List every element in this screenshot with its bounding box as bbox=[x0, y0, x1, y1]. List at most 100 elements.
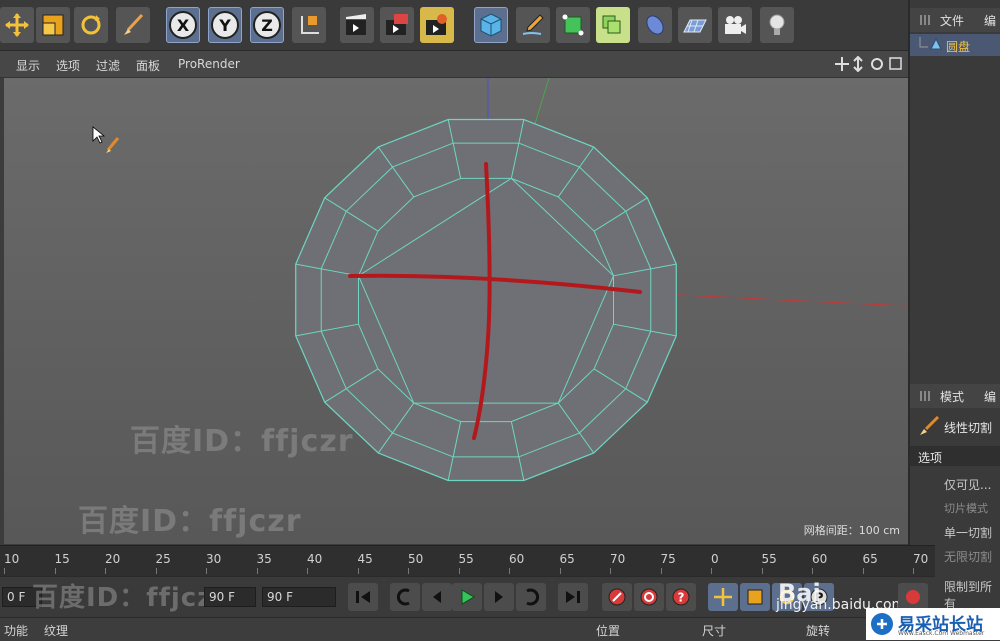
next-frame-icon bbox=[495, 591, 503, 603]
option-slice-mode[interactable]: 切片模式 bbox=[944, 500, 988, 516]
auto-key-icon bbox=[640, 588, 658, 606]
object-row-disc[interactable]: 圆盘 bbox=[910, 34, 1000, 56]
camera-icon bbox=[725, 16, 746, 34]
go-to-end-button[interactable] bbox=[558, 583, 588, 611]
next-key-button[interactable] bbox=[516, 583, 546, 611]
rotate-icon bbox=[81, 15, 101, 35]
site-logo: 易采站长站 Www.Easck.Com Webmaster bbox=[866, 608, 1000, 640]
go-to-end-icon bbox=[566, 591, 580, 603]
cube-icon bbox=[480, 13, 502, 37]
play-button[interactable] bbox=[452, 583, 482, 611]
watermark-2: 百度ID：ffjczr bbox=[78, 504, 302, 539]
menu-prorender[interactable]: ProRender bbox=[178, 57, 240, 71]
light-icon bbox=[769, 14, 785, 35]
option-only-visible[interactable]: 仅可见... bbox=[944, 476, 991, 493]
menu-display[interactable]: 显示 bbox=[16, 57, 40, 74]
camera-button[interactable] bbox=[718, 7, 752, 43]
menu-options[interactable]: 选项 bbox=[56, 57, 80, 74]
x-axis-button[interactable]: X bbox=[166, 7, 200, 43]
auto-key-button[interactable] bbox=[634, 583, 664, 611]
tab-mode[interactable]: 模式 bbox=[940, 388, 964, 405]
tab-edit-2[interactable]: 编 bbox=[984, 388, 996, 405]
timeline-tick-mark bbox=[307, 568, 308, 574]
option-restrict-all[interactable]: 限制到所有 bbox=[944, 578, 1000, 612]
timeline-ruler[interactable]: 10 15 20 25 30 35 40 45 50 55 60 65 70 75 0 55 60 65 70 bbox=[0, 545, 935, 576]
max-frame-field[interactable]: 90 F bbox=[262, 587, 336, 607]
timeline-tick-label: 65 bbox=[559, 552, 575, 566]
next-key-icon bbox=[526, 588, 540, 606]
timeline-tick-mark bbox=[509, 568, 510, 574]
watermark-3: 百度ID：ffjczr bbox=[32, 583, 228, 613]
watermark-1: 百度ID：ffjczr bbox=[130, 424, 354, 459]
options-section-label: 选项 bbox=[918, 451, 943, 465]
timeline-tick-label: 20 bbox=[105, 552, 121, 566]
panel-grip-icon bbox=[920, 391, 932, 401]
coordinate-system-button[interactable] bbox=[292, 7, 326, 43]
record-key-icon bbox=[608, 588, 626, 606]
pen-icon bbox=[522, 14, 544, 35]
tab-file[interactable]: 文件 bbox=[940, 12, 964, 29]
timeline-tick-mark bbox=[256, 568, 258, 574]
timeline-tick-mark bbox=[812, 568, 813, 574]
menu-functions[interactable]: 功能 bbox=[4, 622, 28, 639]
deformer-button[interactable] bbox=[638, 7, 672, 43]
key-scale-button[interactable] bbox=[740, 583, 770, 611]
timeline-tick-label: 55 bbox=[458, 552, 474, 566]
tab-edit[interactable]: 编 bbox=[984, 12, 996, 29]
option-infinite-cut[interactable]: 无限切割 bbox=[944, 548, 992, 565]
coord-rotation-label: 旋转 bbox=[806, 624, 831, 638]
z-axis-button[interactable]: Z bbox=[250, 7, 284, 43]
scale-tool-button[interactable] bbox=[36, 7, 70, 43]
timeline-tick-label: 75 bbox=[660, 552, 676, 566]
viewport-nav-icons[interactable] bbox=[834, 56, 904, 72]
timeline-tick-label: 35 bbox=[256, 552, 272, 566]
subdivision-button[interactable] bbox=[556, 7, 590, 43]
previous-key-button[interactable] bbox=[390, 583, 420, 611]
svg-text:?: ? bbox=[678, 591, 685, 605]
render-picture-viewer-button[interactable] bbox=[380, 7, 414, 43]
coordinate-system-icon bbox=[301, 16, 319, 34]
render-settings-button[interactable] bbox=[420, 7, 454, 43]
3d-viewport[interactable]: 百度ID：ffjczr 百度ID：ffjczr 网格间距：100 cm bbox=[4, 78, 908, 544]
knife-tool-icon bbox=[920, 416, 940, 435]
light-button[interactable] bbox=[760, 7, 794, 43]
move-tool-button[interactable] bbox=[0, 7, 34, 43]
next-frame-button[interactable] bbox=[484, 583, 514, 611]
option-single-cut[interactable]: 单一切割 bbox=[944, 524, 992, 541]
menu-texture[interactable]: 纹理 bbox=[44, 622, 68, 639]
timeline-tick-mark bbox=[357, 568, 359, 574]
live-selection-button[interactable] bbox=[116, 7, 150, 43]
previous-frame-button[interactable] bbox=[422, 583, 452, 611]
pen-button[interactable] bbox=[516, 7, 550, 43]
array-button[interactable] bbox=[596, 7, 630, 43]
record-button[interactable] bbox=[602, 583, 632, 611]
key-help-button[interactable]: ? bbox=[666, 583, 696, 611]
site-logo-subtext: Www.Easck.Com Webmaster bbox=[898, 630, 985, 637]
key-extra-button[interactable] bbox=[898, 583, 928, 611]
coord-size-label: 尺寸 bbox=[702, 624, 727, 638]
viewport-menu-bar: 显示 选项 过滤 面板 ProRender bbox=[0, 51, 908, 78]
menu-filter[interactable]: 过滤 bbox=[96, 57, 120, 74]
brush-icon bbox=[124, 13, 144, 35]
object-manager-tabs: 文件 编 bbox=[910, 8, 1000, 32]
render-view-button[interactable] bbox=[340, 7, 374, 43]
timeline-tick-label: 65 bbox=[862, 552, 878, 566]
y-axis-button[interactable]: Y bbox=[208, 7, 242, 43]
timeline-tick-mark bbox=[913, 568, 914, 574]
floor-button[interactable] bbox=[678, 7, 712, 43]
timeline-tick-label: 55 bbox=[761, 552, 777, 566]
menu-panel[interactable]: 面板 bbox=[136, 57, 160, 74]
cube-button[interactable] bbox=[474, 7, 508, 43]
timeline-tick-label: 30 bbox=[206, 552, 222, 566]
key-position-button[interactable] bbox=[708, 583, 738, 611]
attributes-tabs: 模式 编 bbox=[910, 384, 1000, 408]
grid-spacing-label: 网格间距：100 cm bbox=[803, 524, 900, 537]
rotate-tool-button[interactable] bbox=[74, 7, 108, 43]
timeline-tick-mark bbox=[105, 568, 106, 574]
options-section-header[interactable]: 选项 bbox=[910, 446, 1000, 466]
disc-mesh bbox=[295, 78, 908, 482]
play-icon bbox=[461, 589, 475, 605]
go-to-start-button[interactable] bbox=[348, 583, 378, 611]
timeline-tick-mark bbox=[4, 568, 5, 574]
end-frame-field[interactable]: 90 F bbox=[204, 587, 256, 607]
